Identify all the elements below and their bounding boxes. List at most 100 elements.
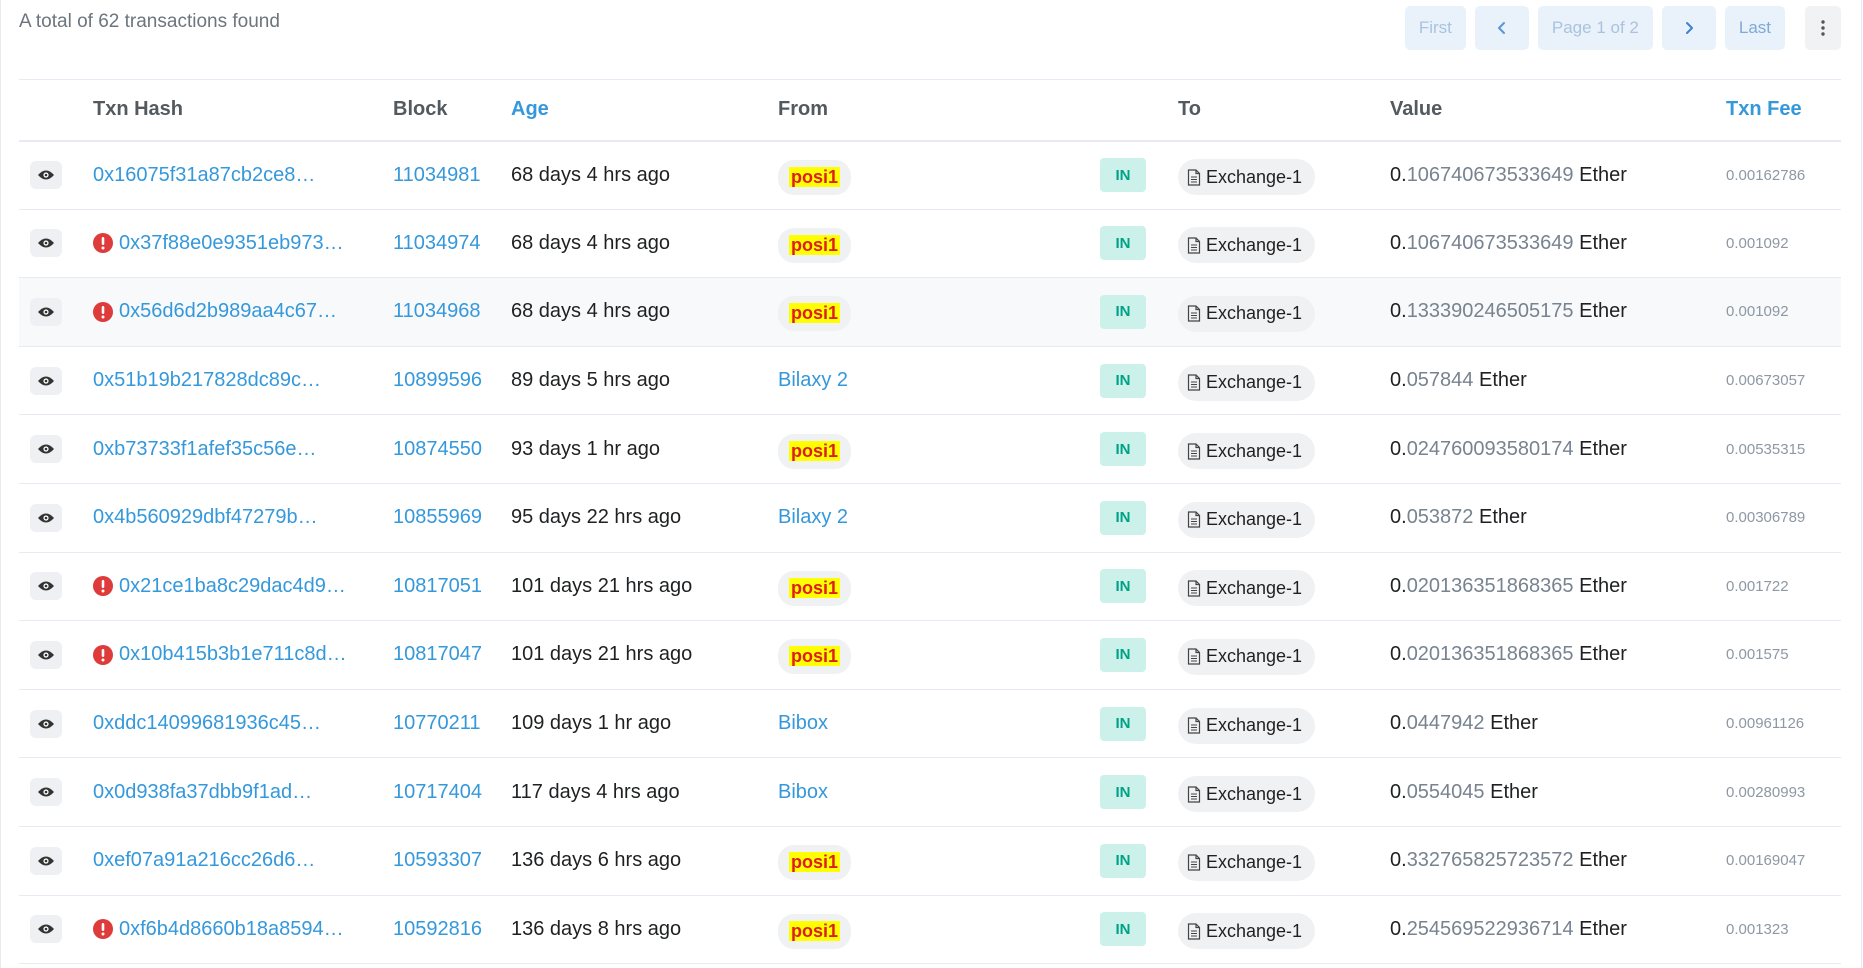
block-link[interactable]: 10817047: [393, 643, 482, 665]
txn-hash-link[interactable]: 0x51b19b217828dc89c…: [93, 369, 321, 392]
view-details-button[interactable]: [30, 572, 62, 601]
view-details-button[interactable]: [30, 503, 62, 532]
txn-hash-link[interactable]: 0x4b560929dbf47279b…: [93, 506, 318, 529]
block-link[interactable]: 11034974: [393, 232, 481, 254]
from-address[interactable]: posi1: [778, 913, 852, 949]
block-link[interactable]: 10592816: [393, 918, 482, 940]
table-row: 0x21ce1ba8c29dac4d9… 10817051 101 days 2…: [19, 552, 1841, 621]
eye-icon: [38, 307, 54, 317]
direction-cell: IN: [1100, 141, 1178, 210]
eye-icon: [38, 170, 54, 180]
to-address[interactable]: Exchange-1: [1178, 364, 1316, 401]
block-link[interactable]: 11034968: [393, 300, 481, 322]
txn-hash-link[interactable]: 0xb73733f1afef35c56e…: [93, 438, 317, 461]
next-page-button[interactable]: [1661, 6, 1716, 50]
block-link[interactable]: 10770211: [393, 712, 481, 734]
to-address[interactable]: Exchange-1: [1178, 913, 1316, 950]
value-dec: 053872: [1406, 506, 1474, 529]
block-link[interactable]: 10717404: [393, 781, 482, 803]
header-age[interactable]: Age: [511, 79, 778, 142]
block-link[interactable]: 10874550: [393, 438, 482, 460]
from-address[interactable]: Bilaxy 2: [778, 369, 848, 391]
block-link[interactable]: 10817051: [393, 575, 482, 597]
first-page-button[interactable]: First: [1404, 6, 1466, 50]
from-address[interactable]: posi1: [778, 570, 852, 606]
txn-fee-text: 0.00961126: [1726, 715, 1805, 733]
to-address[interactable]: Exchange-1: [1178, 295, 1316, 332]
from-address[interactable]: Bilaxy 2: [778, 506, 848, 528]
view-details-button[interactable]: [30, 435, 62, 464]
header-txn-fee[interactable]: Txn Fee: [1726, 79, 1841, 142]
to-address[interactable]: Exchange-1: [1178, 227, 1316, 264]
txn-hash-link[interactable]: 0xef07a91a216cc26d6…: [93, 849, 315, 872]
view-details-button[interactable]: [30, 778, 62, 807]
from-address[interactable]: posi1: [778, 227, 852, 263]
block-cell: 10592816: [393, 895, 511, 964]
view-details-button[interactable]: [30, 640, 62, 669]
transactions-table-body: 0x16075f31a87cb2ce8… 11034981 68 days 4 …: [19, 140, 1841, 964]
more-options-button[interactable]: [1805, 6, 1841, 50]
from-label: posi1: [789, 234, 841, 255]
from-address[interactable]: posi1: [778, 639, 852, 675]
txn-hash-cell: 0x4b560929dbf47279b…: [93, 483, 393, 552]
from-address[interactable]: posi1: [778, 296, 852, 332]
txn-hash-link[interactable]: 0x56d6d2b989aa4c67…: [119, 300, 337, 323]
from-address[interactable]: posi1: [778, 433, 852, 469]
previous-page-button[interactable]: [1474, 6, 1529, 50]
block-link[interactable]: 10593307: [393, 849, 482, 871]
view-details-button[interactable]: [30, 297, 62, 326]
block-link[interactable]: 10899596: [393, 369, 482, 391]
from-address[interactable]: Bibox: [778, 781, 828, 803]
view-details-button[interactable]: [30, 366, 62, 395]
to-cell: Exchange-1: [1178, 141, 1390, 210]
to-address[interactable]: Exchange-1: [1178, 570, 1316, 607]
block-link[interactable]: 10855969: [393, 506, 482, 528]
value-dec: 024760093580174: [1406, 437, 1574, 460]
to-label: Exchange-1: [1206, 234, 1303, 255]
age-cell: 101 days 21 hrs ago: [511, 621, 778, 690]
view-details-button[interactable]: [30, 709, 62, 738]
txn-hash-link[interactable]: 0x16075f31a87cb2ce8…: [93, 164, 315, 187]
to-label: Exchange-1: [1206, 783, 1303, 804]
age-text: 68 days 4 hrs ago: [511, 163, 670, 186]
txn-hash-link[interactable]: 0x10b415b3b1e711c8d…: [119, 643, 347, 666]
block-cell: 11034981: [393, 141, 511, 210]
txn-hash-link[interactable]: 0xf6b4d8660b18a8594…: [119, 918, 344, 941]
txn-fee-text: 0.001575: [1726, 646, 1789, 664]
value-cell: 0.332765825723572 Ether: [1390, 826, 1726, 895]
txn-hash-link[interactable]: 0xddc14099681936c45…: [93, 712, 321, 735]
to-address[interactable]: Exchange-1: [1178, 776, 1316, 813]
txn-fee-text: 0.00306789: [1726, 509, 1806, 527]
contract-file-icon: [1187, 237, 1201, 254]
last-page-button[interactable]: Last: [1724, 6, 1785, 50]
value-unit: Ether: [1579, 231, 1627, 254]
view-details-button[interactable]: [30, 229, 62, 258]
txn-hash-link[interactable]: 0x37f88e0e9351eb973…: [119, 232, 344, 255]
age-text: 68 days 4 hrs ago: [511, 231, 670, 254]
view-details-button[interactable]: [30, 915, 62, 944]
error-icon: [93, 233, 113, 254]
to-address[interactable]: Exchange-1: [1178, 501, 1316, 538]
block-link[interactable]: 11034981: [393, 164, 481, 186]
to-address[interactable]: Exchange-1: [1178, 159, 1316, 196]
view-details-button[interactable]: [30, 161, 62, 190]
error-icon: [93, 919, 113, 940]
to-cell: Exchange-1: [1178, 621, 1390, 690]
to-label: Exchange-1: [1206, 577, 1303, 598]
txn-hash-link[interactable]: 0x0d938fa37dbb9f1ad…: [93, 781, 312, 804]
from-cell: Bibox: [778, 689, 1100, 758]
from-address[interactable]: posi1: [778, 159, 852, 195]
to-label: Exchange-1: [1206, 372, 1303, 393]
table-row: 0xddc14099681936c45… 10770211 109 days 1…: [19, 689, 1841, 758]
txn-hash-link[interactable]: 0x21ce1ba8c29dac4d9…: [119, 575, 346, 598]
view-details-button[interactable]: [30, 846, 62, 875]
value-unit: Ether: [1490, 712, 1538, 735]
from-address[interactable]: Bibox: [778, 712, 828, 734]
to-address[interactable]: Exchange-1: [1178, 707, 1316, 744]
from-address[interactable]: posi1: [778, 845, 852, 881]
to-address[interactable]: Exchange-1: [1178, 844, 1316, 881]
to-address[interactable]: Exchange-1: [1178, 638, 1316, 675]
value-dec: 020136351868365: [1406, 574, 1574, 597]
value-unit: Ether: [1579, 163, 1627, 186]
to-address[interactable]: Exchange-1: [1178, 433, 1316, 470]
